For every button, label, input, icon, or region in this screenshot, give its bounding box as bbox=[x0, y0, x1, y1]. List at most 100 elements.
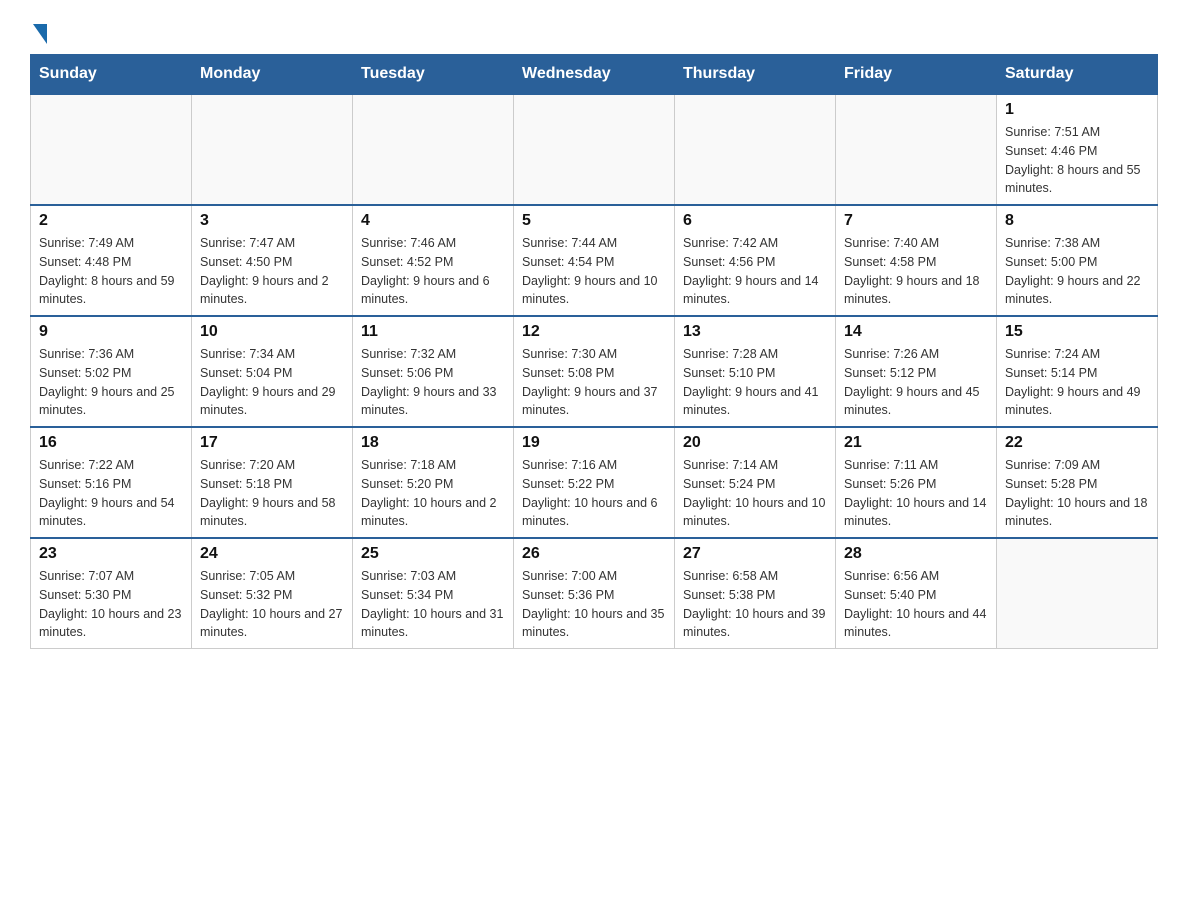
calendar-cell: 18 Sunrise: 7:18 AMSunset: 5:20 PMDayligh… bbox=[353, 427, 514, 538]
day-info: Sunrise: 7:05 AMSunset: 5:32 PMDaylight:… bbox=[200, 567, 344, 642]
calendar-header-row: SundayMondayTuesdayWednesdayThursdayFrid… bbox=[31, 55, 1158, 95]
calendar-cell: 25 Sunrise: 7:03 AMSunset: 5:34 PMDayligh… bbox=[353, 538, 514, 649]
calendar-header-cell: Thursday bbox=[675, 55, 836, 95]
page-header bbox=[30, 20, 1158, 44]
day-number: 16 bbox=[39, 434, 183, 452]
day-info: Sunrise: 7:18 AMSunset: 5:20 PMDaylight:… bbox=[361, 456, 505, 531]
day-number: 24 bbox=[200, 545, 344, 563]
day-number: 18 bbox=[361, 434, 505, 452]
logo bbox=[30, 20, 47, 44]
day-number: 8 bbox=[1005, 212, 1149, 230]
calendar-header-cell: Monday bbox=[192, 55, 353, 95]
calendar-cell bbox=[31, 94, 192, 205]
day-number: 23 bbox=[39, 545, 183, 563]
day-info: Sunrise: 7:16 AMSunset: 5:22 PMDaylight:… bbox=[522, 456, 666, 531]
calendar-header-cell: Saturday bbox=[997, 55, 1158, 95]
calendar-cell: 28 Sunrise: 6:56 AMSunset: 5:40 PMDayligh… bbox=[836, 538, 997, 649]
calendar-header-cell: Tuesday bbox=[353, 55, 514, 95]
calendar-cell: 21 Sunrise: 7:11 AMSunset: 5:26 PMDayligh… bbox=[836, 427, 997, 538]
day-info: Sunrise: 7:24 AMSunset: 5:14 PMDaylight:… bbox=[1005, 345, 1149, 420]
calendar-cell: 20 Sunrise: 7:14 AMSunset: 5:24 PMDayligh… bbox=[675, 427, 836, 538]
day-info: Sunrise: 7:40 AMSunset: 4:58 PMDaylight:… bbox=[844, 234, 988, 309]
calendar-cell bbox=[192, 94, 353, 205]
calendar-cell: 2 Sunrise: 7:49 AMSunset: 4:48 PMDaylight… bbox=[31, 205, 192, 316]
calendar-cell: 4Sunrise: 7:46 AMSunset: 4:52 PMDaylight… bbox=[353, 205, 514, 316]
calendar-cell: 16 Sunrise: 7:22 AMSunset: 5:16 PMDayligh… bbox=[31, 427, 192, 538]
day-info: Sunrise: 7:51 AMSunset: 4:46 PMDaylight:… bbox=[1005, 123, 1149, 198]
calendar-week-row: 2 Sunrise: 7:49 AMSunset: 4:48 PMDaylight… bbox=[31, 205, 1158, 316]
calendar-cell: 17 Sunrise: 7:20 AMSunset: 5:18 PMDayligh… bbox=[192, 427, 353, 538]
calendar-cell: 3 Sunrise: 7:47 AMSunset: 4:50 PMDaylight… bbox=[192, 205, 353, 316]
calendar-cell: 14 Sunrise: 7:26 AMSunset: 5:12 PMDayligh… bbox=[836, 316, 997, 427]
calendar-table: SundayMondayTuesdayWednesdayThursdayFrid… bbox=[30, 54, 1158, 649]
day-number: 9 bbox=[39, 323, 183, 341]
day-number: 12 bbox=[522, 323, 666, 341]
logo-arrow-icon bbox=[33, 24, 47, 44]
day-number: 3 bbox=[200, 212, 344, 230]
calendar-cell: 24 Sunrise: 7:05 AMSunset: 5:32 PMDayligh… bbox=[192, 538, 353, 649]
day-info: Sunrise: 7:26 AMSunset: 5:12 PMDaylight:… bbox=[844, 345, 988, 420]
calendar-cell: 1 Sunrise: 7:51 AMSunset: 4:46 PMDaylight… bbox=[997, 94, 1158, 205]
day-number: 17 bbox=[200, 434, 344, 452]
day-number: 14 bbox=[844, 323, 988, 341]
day-number: 20 bbox=[683, 434, 827, 452]
calendar-body: 1 Sunrise: 7:51 AMSunset: 4:46 PMDaylight… bbox=[31, 94, 1158, 649]
day-number: 7 bbox=[844, 212, 988, 230]
calendar-header: SundayMondayTuesdayWednesdayThursdayFrid… bbox=[31, 55, 1158, 95]
day-info: Sunrise: 7:09 AMSunset: 5:28 PMDaylight:… bbox=[1005, 456, 1149, 531]
day-info: Sunrise: 7:20 AMSunset: 5:18 PMDaylight:… bbox=[200, 456, 344, 531]
calendar-cell: 5 Sunrise: 7:44 AMSunset: 4:54 PMDaylight… bbox=[514, 205, 675, 316]
calendar-cell bbox=[836, 94, 997, 205]
calendar-cell: 6Sunrise: 7:42 AMSunset: 4:56 PMDaylight… bbox=[675, 205, 836, 316]
day-number: 2 bbox=[39, 212, 183, 230]
calendar-cell: 19 Sunrise: 7:16 AMSunset: 5:22 PMDayligh… bbox=[514, 427, 675, 538]
day-number: 10 bbox=[200, 323, 344, 341]
day-info: Sunrise: 6:56 AMSunset: 5:40 PMDaylight:… bbox=[844, 567, 988, 642]
day-number: 28 bbox=[844, 545, 988, 563]
calendar-week-row: 9 Sunrise: 7:36 AMSunset: 5:02 PMDaylight… bbox=[31, 316, 1158, 427]
calendar-cell: 10Sunrise: 7:34 AMSunset: 5:04 PMDayligh… bbox=[192, 316, 353, 427]
calendar-cell bbox=[514, 94, 675, 205]
day-info: Sunrise: 7:44 AMSunset: 4:54 PMDaylight:… bbox=[522, 234, 666, 309]
day-number: 19 bbox=[522, 434, 666, 452]
day-info: Sunrise: 7:03 AMSunset: 5:34 PMDaylight:… bbox=[361, 567, 505, 642]
day-info: Sunrise: 7:14 AMSunset: 5:24 PMDaylight:… bbox=[683, 456, 827, 531]
calendar-week-row: 23 Sunrise: 7:07 AMSunset: 5:30 PMDayligh… bbox=[31, 538, 1158, 649]
day-info: Sunrise: 7:32 AMSunset: 5:06 PMDaylight:… bbox=[361, 345, 505, 420]
day-info: Sunrise: 7:22 AMSunset: 5:16 PMDaylight:… bbox=[39, 456, 183, 531]
calendar-week-row: 16 Sunrise: 7:22 AMSunset: 5:16 PMDayligh… bbox=[31, 427, 1158, 538]
calendar-cell: 26 Sunrise: 7:00 AMSunset: 5:36 PMDayligh… bbox=[514, 538, 675, 649]
day-number: 11 bbox=[361, 323, 505, 341]
calendar-cell: 11 Sunrise: 7:32 AMSunset: 5:06 PMDayligh… bbox=[353, 316, 514, 427]
day-info: Sunrise: 7:28 AMSunset: 5:10 PMDaylight:… bbox=[683, 345, 827, 420]
day-info: Sunrise: 7:49 AMSunset: 4:48 PMDaylight:… bbox=[39, 234, 183, 309]
day-number: 21 bbox=[844, 434, 988, 452]
calendar-header-cell: Friday bbox=[836, 55, 997, 95]
day-number: 4 bbox=[361, 212, 505, 230]
day-number: 26 bbox=[522, 545, 666, 563]
day-info: Sunrise: 7:38 AMSunset: 5:00 PMDaylight:… bbox=[1005, 234, 1149, 309]
day-number: 6 bbox=[683, 212, 827, 230]
day-info: Sunrise: 7:47 AMSunset: 4:50 PMDaylight:… bbox=[200, 234, 344, 309]
calendar-header-cell: Wednesday bbox=[514, 55, 675, 95]
calendar-cell bbox=[353, 94, 514, 205]
calendar-cell: 15 Sunrise: 7:24 AMSunset: 5:14 PMDayligh… bbox=[997, 316, 1158, 427]
calendar-cell bbox=[997, 538, 1158, 649]
day-number: 15 bbox=[1005, 323, 1149, 341]
calendar-cell: 22 Sunrise: 7:09 AMSunset: 5:28 PMDayligh… bbox=[997, 427, 1158, 538]
day-number: 13 bbox=[683, 323, 827, 341]
calendar-cell: 27Sunrise: 6:58 AMSunset: 5:38 PMDayligh… bbox=[675, 538, 836, 649]
day-info: Sunrise: 7:30 AMSunset: 5:08 PMDaylight:… bbox=[522, 345, 666, 420]
day-number: 22 bbox=[1005, 434, 1149, 452]
calendar-cell: 23 Sunrise: 7:07 AMSunset: 5:30 PMDayligh… bbox=[31, 538, 192, 649]
calendar-header-cell: Sunday bbox=[31, 55, 192, 95]
calendar-cell: 12 Sunrise: 7:30 AMSunset: 5:08 PMDayligh… bbox=[514, 316, 675, 427]
day-info: Sunrise: 7:11 AMSunset: 5:26 PMDaylight:… bbox=[844, 456, 988, 531]
calendar-cell: 7 Sunrise: 7:40 AMSunset: 4:58 PMDaylight… bbox=[836, 205, 997, 316]
day-info: Sunrise: 7:36 AMSunset: 5:02 PMDaylight:… bbox=[39, 345, 183, 420]
day-number: 5 bbox=[522, 212, 666, 230]
day-number: 25 bbox=[361, 545, 505, 563]
day-info: Sunrise: 7:00 AMSunset: 5:36 PMDaylight:… bbox=[522, 567, 666, 642]
day-info: Sunrise: 7:07 AMSunset: 5:30 PMDaylight:… bbox=[39, 567, 183, 642]
day-number: 1 bbox=[1005, 101, 1149, 119]
